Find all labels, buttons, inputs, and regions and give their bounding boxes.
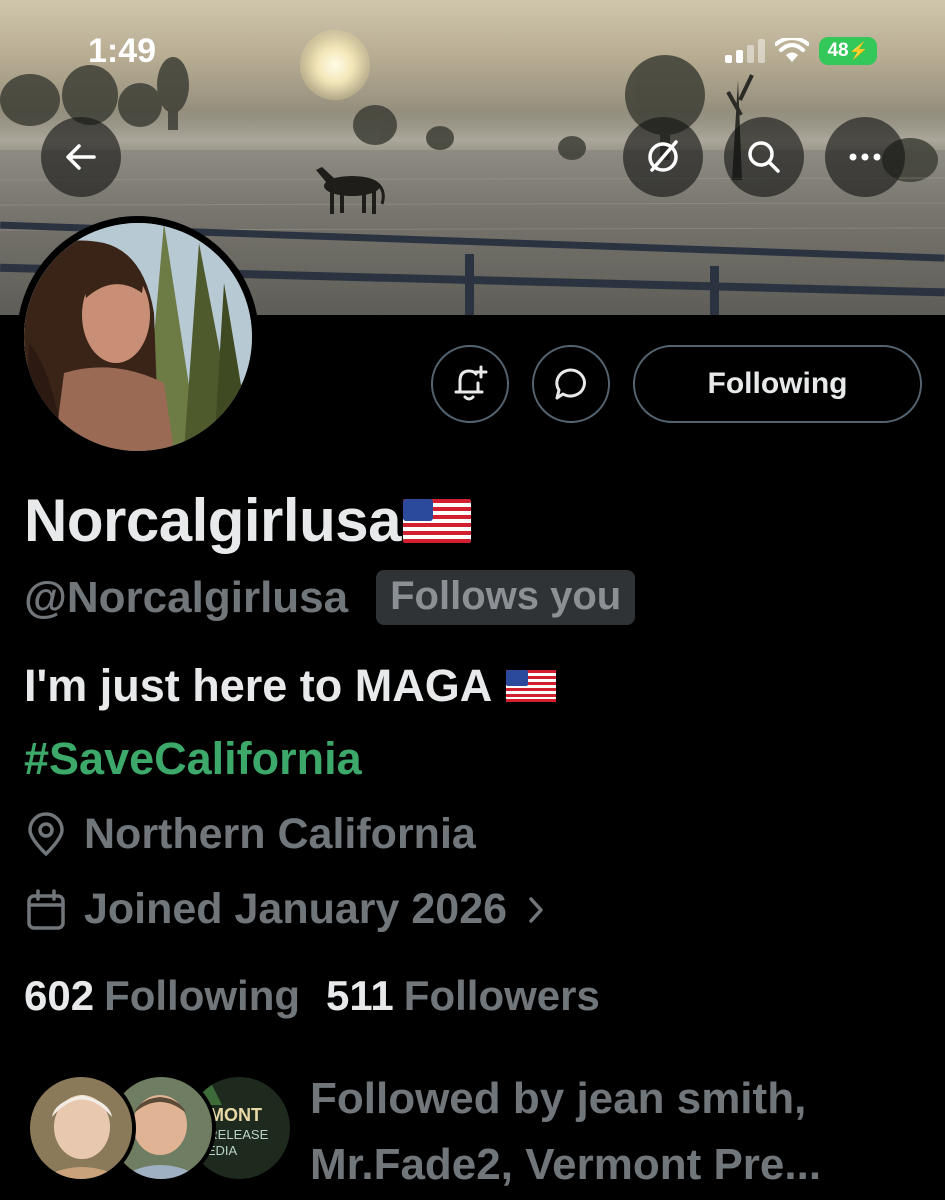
- chevron-right-icon: [529, 896, 543, 923]
- message-icon: [555, 368, 586, 400]
- search-button[interactable]: [724, 117, 804, 197]
- display-name-text: Norcalgirlusa: [24, 487, 401, 554]
- battery-level: 48: [827, 40, 849, 61]
- following-count-link[interactable]: 602 Following: [24, 972, 300, 1020]
- status-bar: 1:49 48 ⚡: [0, 0, 945, 100]
- more-button[interactable]: [825, 117, 905, 197]
- back-button[interactable]: [41, 117, 121, 197]
- more-icon: [849, 153, 881, 161]
- notify-button[interactable]: [431, 345, 509, 423]
- bio-hashtag-link[interactable]: #SaveCalifornia: [24, 733, 362, 785]
- followers-label: Followers: [403, 972, 600, 1019]
- user-handle: @Norcalgirlusa: [24, 572, 349, 622]
- us-flag-icon: [506, 670, 557, 702]
- following-count: 602: [24, 972, 95, 1019]
- follow-counts: 602 Following 511 Followers: [24, 972, 600, 1020]
- following-label: Following: [104, 972, 301, 1019]
- location-text: Northern California: [84, 810, 476, 858]
- follows-you-badge: Follows you: [376, 570, 636, 625]
- message-button[interactable]: [532, 345, 610, 423]
- followers-count-link[interactable]: 511 Followers: [326, 972, 600, 1020]
- handle-row: @Norcalgirlusa Follows you: [24, 570, 636, 625]
- grok-icon: [648, 140, 678, 172]
- avatar-photo: [24, 223, 252, 451]
- followed-by-line: Mr.Fade2, Vermont Pre...: [310, 1140, 822, 1189]
- calendar-icon: [27, 888, 65, 930]
- location-pin-icon: [28, 811, 64, 856]
- joined-row[interactable]: Joined January 2026: [24, 885, 547, 934]
- us-flag-icon: [402, 498, 471, 543]
- location-row: Northern California: [24, 810, 476, 859]
- grok-button[interactable]: [623, 117, 703, 197]
- bell-plus-icon: [454, 365, 488, 401]
- bio-text: I'm just here to MAGA: [24, 660, 557, 712]
- followed-by-line: Followed by jean smith,: [310, 1074, 807, 1123]
- status-time: 1:49: [88, 32, 157, 70]
- wifi-icon: [775, 38, 809, 62]
- status-icons: 48 ⚡: [725, 34, 877, 68]
- search-icon: [748, 141, 780, 173]
- profile-avatar[interactable]: [17, 216, 259, 458]
- followed-by-text[interactable]: Followed by jean smith, Mr.Fade2, Vermon…: [310, 1066, 821, 1198]
- display-name: Norcalgirlusa: [24, 486, 471, 555]
- mutual-avatar[interactable]: [26, 1073, 136, 1183]
- following-button[interactable]: Following: [633, 345, 922, 423]
- battery-charging-icon: 48 ⚡: [819, 37, 877, 65]
- bio-line: I'm just here to MAGA: [24, 660, 493, 711]
- followers-count: 511: [326, 972, 394, 1019]
- cellular-signal-icon: [725, 39, 765, 63]
- back-arrow-icon: [66, 144, 96, 170]
- joined-text: Joined January 2026: [84, 885, 508, 933]
